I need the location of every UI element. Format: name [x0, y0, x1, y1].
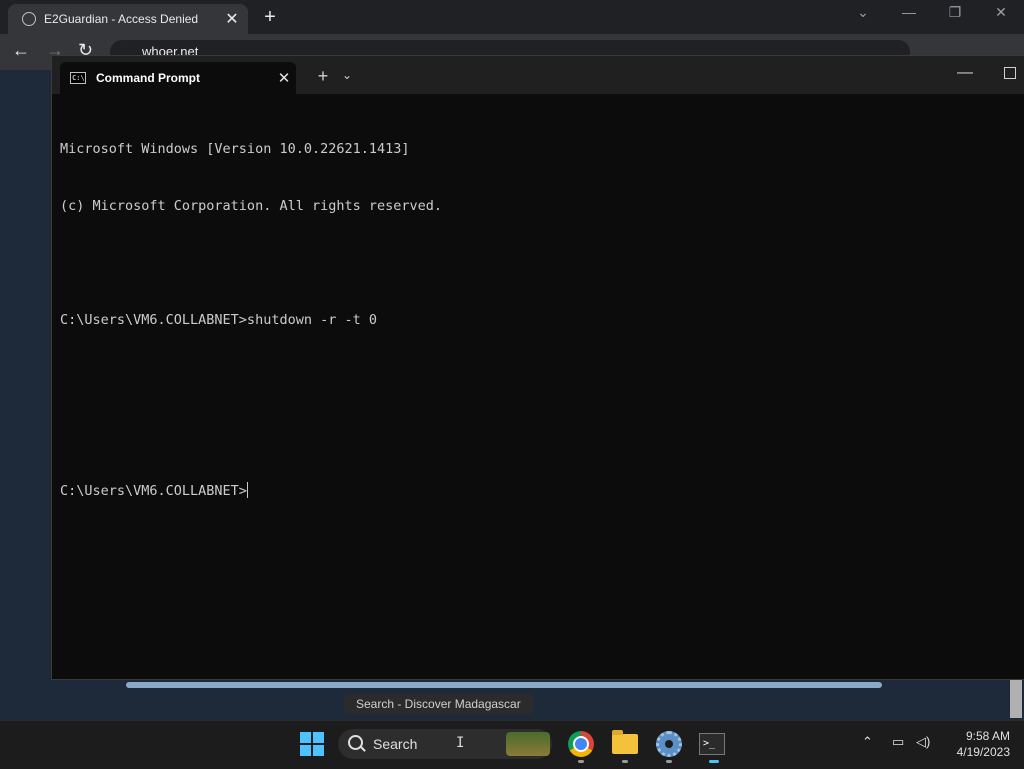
- chevron-up-icon[interactable]: ⌃: [862, 734, 873, 750]
- terminal-output[interactable]: Microsoft Windows [Version 10.0.22621.14…: [60, 102, 1010, 539]
- folder-icon[interactable]: [612, 730, 638, 754]
- volume-icon[interactable]: ◁): [916, 734, 930, 750]
- search-tooltip: Search - Discover Madagascar: [344, 694, 533, 714]
- browser-new-tab-button[interactable]: +: [260, 6, 280, 29]
- terminal-line: Microsoft Windows [Version 10.0.22621.14…: [60, 141, 410, 157]
- running-indicator: [622, 760, 628, 763]
- search-highlight-image: [506, 732, 550, 756]
- terminal-minimize-icon[interactable]: —: [957, 64, 973, 82]
- terminal-tab-close-icon[interactable]: ✕: [272, 69, 296, 87]
- terminal-tab-title: Command Prompt: [96, 71, 201, 85]
- search-label: Search: [373, 736, 418, 752]
- search-icon: [348, 735, 363, 750]
- terminal-window[interactable]: C:\ Command Prompt ✕ + ⌄ — Microsoft Win…: [52, 56, 1024, 679]
- ibeam-cursor-icon: I: [456, 735, 465, 751]
- running-indicator: [578, 760, 584, 763]
- gear-icon[interactable]: [656, 731, 682, 757]
- terminal-maximize-icon[interactable]: [1004, 67, 1016, 79]
- restore-icon[interactable]: ❐: [940, 4, 970, 21]
- running-indicator: [666, 760, 672, 763]
- network-icon[interactable]: ▭: [892, 734, 904, 750]
- active-indicator: [709, 760, 719, 763]
- terminal-icon[interactable]: >_: [699, 733, 725, 755]
- globe-icon: [22, 12, 36, 26]
- terminal-line: C:\Users\VM6.COLLABNET>shutdown -r -t 0: [60, 312, 377, 328]
- terminal-dropdown-chevron-icon[interactable]: ⌄: [342, 68, 352, 82]
- vertical-scrollbar[interactable]: [1010, 678, 1022, 718]
- text-cursor: [246, 482, 248, 498]
- terminal-prompt: C:\Users\VM6.COLLABNET>: [60, 483, 247, 499]
- terminal-prompt-line[interactable]: C:\Users\VM6.COLLABNET>: [60, 482, 1010, 501]
- clock-time: 9:58 AM: [965, 729, 1010, 743]
- tab-search-chevron-icon[interactable]: ⌄: [848, 4, 878, 21]
- browser-tab-close-icon[interactable]: ✕: [222, 9, 242, 29]
- taskbar-search-box[interactable]: Search I: [338, 729, 552, 759]
- close-icon[interactable]: ✕: [986, 4, 1016, 21]
- command-prompt-icon: C:\: [70, 72, 86, 84]
- windows-start-icon[interactable]: [300, 732, 324, 756]
- minimize-icon[interactable]: —: [894, 4, 924, 20]
- chrome-icon[interactable]: [568, 731, 594, 757]
- browser-tab-title: E2Guardian - Access Denied: [44, 12, 199, 26]
- terminal-new-tab-button[interactable]: +: [314, 66, 332, 87]
- browser-tab[interactable]: E2Guardian - Access Denied ✕: [8, 4, 248, 34]
- back-arrow-icon[interactable]: ←: [12, 40, 30, 61]
- terminal-line: (c) Microsoft Corporation. All rights re…: [60, 198, 443, 214]
- horizontal-scrollbar[interactable]: [126, 682, 882, 688]
- terminal-tab[interactable]: C:\ Command Prompt ✕: [60, 62, 296, 94]
- clock-date: 4/19/2023: [956, 745, 1010, 759]
- clock[interactable]: 9:58 AM 4/19/2023: [940, 728, 1010, 760]
